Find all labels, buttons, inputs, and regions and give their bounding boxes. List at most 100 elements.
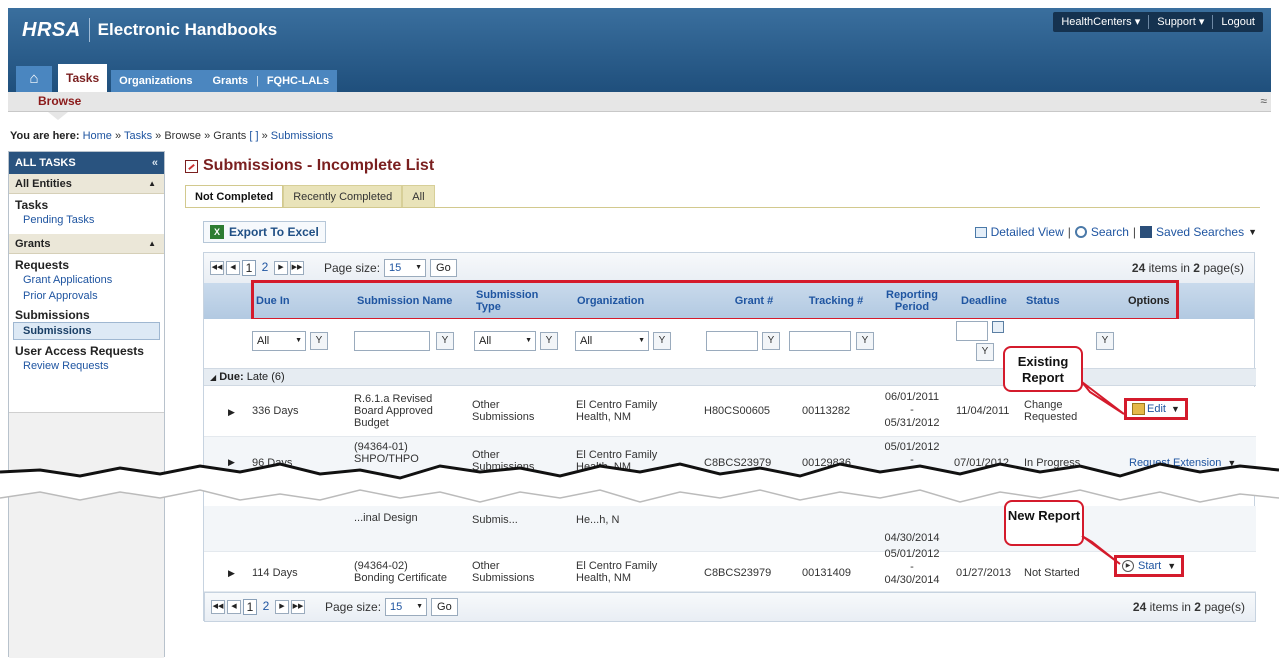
tab-grants[interactable]: Grants — [204, 70, 256, 92]
total-items: 24 — [1131, 261, 1146, 275]
page-number-2[interactable]: 2 — [259, 599, 273, 615]
collapse-triangle-icon[interactable]: ▲ — [148, 234, 156, 254]
page-size-select[interactable]: 15 — [384, 259, 427, 277]
due-in-cell: 336 Days — [252, 405, 299, 417]
filter-icon[interactable]: Y — [653, 332, 671, 350]
sidebar-section-tasks: Tasks — [15, 198, 49, 212]
main-nav: ⌂ Tasks Organizations Grants | FQHC-LALs — [16, 64, 338, 92]
next-page-icon[interactable]: ▶ — [275, 600, 289, 614]
page-number-1[interactable]: 1 — [243, 599, 257, 615]
sidebar-collapse-icon[interactable]: « — [152, 152, 158, 174]
filter-icon[interactable]: Y — [856, 332, 874, 350]
due-in-cell: 114 Days — [252, 567, 298, 579]
subnav-browse[interactable]: Browse — [38, 94, 81, 108]
breadcrumb-submissions[interactable]: Submissions — [271, 130, 333, 142]
sidebar-section-submissions: Submissions — [15, 308, 90, 322]
filter-icon[interactable]: Y — [762, 332, 780, 350]
tab-fqhc-lals[interactable]: FQHC-LALs — [258, 70, 338, 92]
health-centers-menu[interactable]: HealthCenters ▾ — [1053, 15, 1150, 29]
edit-label: Edit — [1147, 403, 1166, 415]
breadcrumb-tasks[interactable]: Tasks — [124, 130, 152, 142]
group-value: Late (6) — [246, 371, 285, 383]
search-link[interactable]: Search — [1091, 225, 1129, 239]
logo-divider — [88, 18, 90, 42]
go-button[interactable]: Go — [431, 598, 458, 616]
breadcrumb-grant-picker-icon[interactable]: [ ] — [249, 130, 258, 142]
expand-row-icon[interactable]: ▶ — [228, 568, 235, 579]
filter-row: All Y Y All Y All Y Y Y Y Y — [204, 319, 1254, 361]
page-size-select[interactable]: 15 — [385, 598, 428, 616]
submission-type-cell: Other Submissions — [472, 399, 535, 423]
go-button[interactable]: Go — [430, 259, 457, 277]
submission-name-filter[interactable] — [354, 331, 430, 351]
grant-filter[interactable] — [706, 331, 758, 351]
export-to-excel-button[interactable]: X Export To Excel — [203, 221, 326, 243]
existing-report-callout: Existing Report — [1003, 346, 1083, 392]
tab-organizations[interactable]: Organizations — [111, 70, 201, 92]
page-size-label: Page size: — [325, 600, 382, 614]
sidebar-item-pending-tasks[interactable]: Pending Tasks — [9, 212, 164, 228]
sidebar-header: ALL TASKS « — [9, 152, 164, 174]
last-page-icon[interactable]: ▶▶ — [290, 261, 304, 275]
submission-icon — [185, 159, 198, 173]
edit-button[interactable]: Edit ▼ — [1124, 398, 1188, 420]
sidebar-section-requests: Requests — [15, 258, 70, 272]
period-start: 05/01/2012 — [884, 548, 940, 560]
organization-filter-select[interactable]: All — [575, 331, 649, 351]
deadline-filter[interactable] — [956, 321, 988, 341]
submission-type-cell: Other Submissions — [472, 560, 535, 584]
sidebar-group-grants[interactable]: Grants ▲ — [9, 234, 164, 254]
new-report-callout: New Report — [1004, 500, 1084, 546]
status-cell: Not Started — [1024, 567, 1080, 579]
tab-tasks[interactable]: Tasks — [58, 64, 108, 92]
first-page-icon[interactable]: ◀◀ — [210, 261, 224, 275]
sidebar-group-all-entities[interactable]: All Entities ▲ — [9, 174, 164, 194]
sidebar-item-review-requests[interactable]: Review Requests — [9, 358, 164, 374]
sidebar-group-label: All Entities — [15, 178, 72, 190]
subnav-caret — [48, 112, 68, 120]
tab-all[interactable]: All — [402, 185, 435, 207]
excel-icon: X — [210, 225, 224, 239]
collapse-header-icon[interactable]: ≈ — [1260, 94, 1267, 108]
filter-icon[interactable]: Y — [310, 332, 328, 350]
type-filter-select[interactable]: All — [474, 331, 536, 351]
breadcrumb-home[interactable]: Home — [83, 130, 112, 142]
prev-page-icon[interactable]: ◀ — [226, 261, 240, 275]
tracking-filter[interactable] — [789, 331, 851, 351]
chevron-down-icon[interactable]: ▼ — [1248, 227, 1257, 237]
tab-underline — [185, 207, 1260, 208]
logout-link[interactable]: Logout — [1213, 15, 1263, 29]
sidebar-item-prior-approvals[interactable]: Prior Approvals — [9, 288, 164, 304]
home-icon[interactable]: ⌂ — [16, 66, 52, 92]
filter-icon[interactable]: Y — [976, 343, 994, 361]
first-page-icon[interactable]: ◀◀ — [211, 600, 225, 614]
submission-name-cell: R.6.1.a Revised Board Approved Budget — [354, 393, 433, 429]
support-menu[interactable]: Support ▾ — [1149, 15, 1214, 29]
next-page-icon[interactable]: ▶ — [274, 261, 288, 275]
expand-row-icon[interactable]: ▶ — [228, 407, 235, 418]
grid-view-icon — [974, 226, 987, 238]
due-in-filter-select[interactable]: All — [252, 331, 306, 351]
tab-not-completed[interactable]: Not Completed — [185, 185, 284, 207]
last-page-icon[interactable]: ▶▶ — [291, 600, 305, 614]
page-number-2[interactable]: 2 — [258, 260, 272, 276]
prev-page-icon[interactable]: ◀ — [227, 600, 241, 614]
detailed-view-link[interactable]: Detailed View — [991, 225, 1064, 239]
filter-icon[interactable]: Y — [436, 332, 454, 350]
filter-icon[interactable]: Y — [1096, 332, 1114, 350]
filter-icon[interactable]: Y — [540, 332, 558, 350]
saved-searches-link[interactable]: Saved Searches — [1156, 225, 1244, 239]
calendar-icon[interactable] — [992, 321, 1004, 333]
tracking-cell: 00113282 — [802, 405, 851, 417]
page-number-1[interactable]: 1 — [242, 260, 256, 276]
collapse-triangle-icon[interactable]: ▲ — [148, 174, 156, 194]
chevron-down-icon[interactable]: ▼ — [1167, 561, 1176, 571]
sidebar-item-submissions[interactable]: Submissions — [13, 322, 160, 340]
chevron-down-icon[interactable]: ▼ — [1171, 404, 1180, 414]
period-start: 06/01/2011 — [884, 391, 940, 403]
sidebar-item-grant-applications[interactable]: Grant Applications — [9, 272, 164, 288]
app-header: HRSA Electronic Handbooks HealthCenters … — [8, 8, 1271, 92]
pencil-icon — [1132, 403, 1145, 415]
collapse-triangle-icon[interactable]: ◢ — [210, 373, 216, 382]
tab-recently-completed[interactable]: Recently Completed — [283, 185, 403, 207]
